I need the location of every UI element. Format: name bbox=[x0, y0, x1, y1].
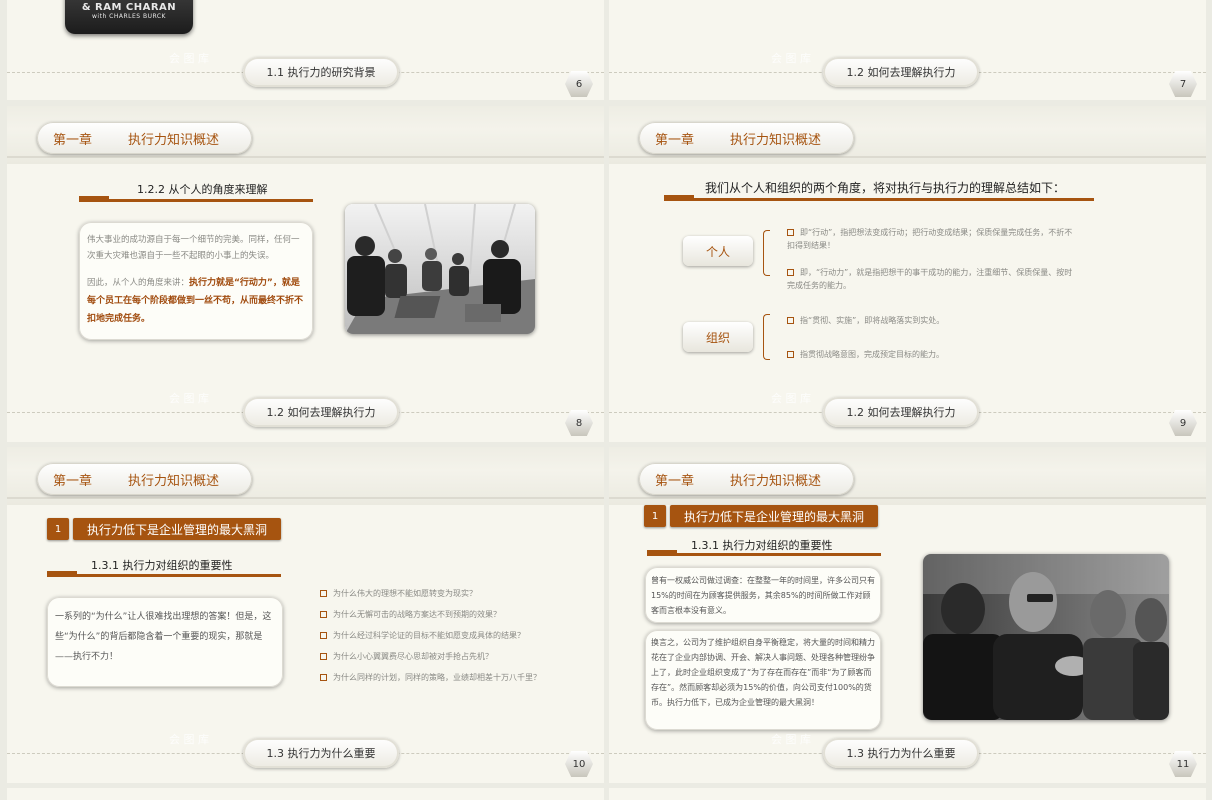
bullet-item: 指“贯彻、实施”，即将战略落实到实处。 bbox=[787, 314, 1077, 327]
section-heading: 我们从个人和组织的两个角度，将对执行与执行力的理解总结如下： bbox=[705, 181, 1066, 195]
watermark: 会 图 库 bbox=[771, 392, 811, 405]
section-number-badge: 1 bbox=[47, 518, 69, 540]
question-item: 为什么无懈可击的战略方案达不到预期的效果？ bbox=[320, 608, 590, 621]
watermark: 会 图 库 bbox=[771, 52, 811, 65]
slide-9[interactable]: 第一章 执行力知识概述 我们从个人和组织的两个角度，将对执行与执行力的理解总结如… bbox=[609, 106, 1206, 442]
bullet-square-icon bbox=[320, 674, 327, 681]
slide-partial-bottom-right bbox=[609, 788, 1206, 800]
section-heading: 1.3.1 执行力对组织的重要性 bbox=[91, 559, 233, 572]
bullet-item: 即，“行动力”，就是指把想干的事干成功的能力，注重细节、保质保量、按时完成任务的… bbox=[787, 268, 1073, 290]
slide-11[interactable]: 第一章 执行力知识概述 1 执行力低下是企业管理的最大黑洞 1.3.1 执行力对… bbox=[609, 447, 1206, 783]
section-title-banner: 执行力低下是企业管理的最大黑洞 bbox=[670, 505, 879, 527]
heading-underline bbox=[47, 571, 281, 577]
question-item: 为什么小心翼翼费尽心思却被对手抢占先机？ bbox=[320, 650, 590, 663]
footer-section-label: 1.1 执行力的研究背景 bbox=[243, 57, 399, 87]
bullet-square-icon bbox=[320, 632, 327, 639]
bullet-square-icon bbox=[787, 269, 794, 276]
book-cover-image: & RAM CHARAN with CHARLES BURCK bbox=[65, 0, 193, 34]
question-item: 为什么伟大的理想不能如愿转变为现实？ bbox=[320, 587, 590, 600]
bullet-item: 指贯彻战略意图，完成预定目标的能力。 bbox=[787, 348, 1077, 361]
bullet-square-icon bbox=[320, 653, 327, 660]
section-heading: 1.3.1 执行力对组织的重要性 bbox=[691, 539, 833, 552]
page-number: 8 bbox=[565, 410, 593, 436]
chapter-title-pill: 第一章 执行力知识概述 bbox=[639, 122, 854, 154]
slide-6[interactable]: & RAM CHARAN with CHARLES BURCK 会 图 库 1.… bbox=[7, 0, 604, 100]
slide-10[interactable]: 第一章 执行力知识概述 1 执行力低下是企业管理的最大黑洞 1.3.1 执行力对… bbox=[7, 447, 604, 783]
bullet-item: 即“行动”，指把想法变成行动；把行动变成结果；保质保量完成任务，不折不扣得到结果… bbox=[787, 228, 1073, 250]
footer-section-label: 1.3 执行力为什么重要 bbox=[243, 738, 399, 768]
text-card: 伟大事业的成功源自于每一个细节的完美。同样，任何一次重大灾难也源自于一些不起眼的… bbox=[79, 222, 313, 340]
question-item: 为什么同样的计划，同样的策略，业绩却相差十万八千里？ bbox=[320, 671, 600, 684]
label-personal: 个人 bbox=[683, 236, 753, 266]
brace-organization bbox=[763, 314, 770, 360]
watermark: 会 图 库 bbox=[169, 52, 209, 65]
slide-partial-bottom-left bbox=[7, 788, 604, 800]
page-number: 6 bbox=[565, 71, 593, 97]
footer-section-label: 1.2 如何去理解执行力 bbox=[243, 397, 399, 427]
page-number: 9 bbox=[1169, 410, 1197, 436]
page-number: 10 bbox=[565, 751, 593, 777]
text-card: 一系列的“为什么”让人很难找出理想的答案！但是，这些“为什么”的背后都隐含着一个… bbox=[47, 597, 283, 687]
page-number: 7 bbox=[1169, 71, 1197, 97]
bullet-square-icon bbox=[787, 229, 794, 236]
page-number: 11 bbox=[1169, 751, 1197, 777]
heading-underline bbox=[79, 196, 313, 202]
watermark: 会 图 库 bbox=[771, 733, 811, 746]
watermark: 会 图 库 bbox=[169, 733, 209, 746]
footer-section-label: 1.2 如何去理解执行力 bbox=[823, 57, 979, 87]
text-card: 曾有一权威公司做过调查：在整整一年的时间里，许多公司只有15%的时间在为顾客提供… bbox=[645, 567, 881, 623]
footer-section-label: 1.3 执行力为什么重要 bbox=[823, 738, 979, 768]
section-title-banner: 执行力低下是企业管理的最大黑洞 bbox=[73, 518, 282, 540]
footer-section-label: 1.2 如何去理解执行力 bbox=[823, 397, 979, 427]
brace-personal bbox=[763, 230, 770, 276]
text-card: 换言之，公司为了维护组织自身平衡稳定，将大量的时间和精力花在了企业内部协调、开会… bbox=[645, 630, 881, 730]
slide-7[interactable]: 会 图 库 1.2 如何去理解执行力 7 bbox=[609, 0, 1206, 100]
bullet-square-icon bbox=[320, 590, 327, 597]
business-meeting-photo bbox=[345, 204, 535, 334]
chapter-title-pill: 第一章 执行力知识概述 bbox=[37, 463, 252, 495]
chapter-title-pill: 第一章 执行力知识概述 bbox=[37, 122, 252, 154]
bullet-square-icon bbox=[320, 611, 327, 618]
watermark: 会 图 库 bbox=[169, 392, 209, 405]
label-organization: 组织 bbox=[683, 322, 753, 352]
business-discussion-photo bbox=[923, 554, 1169, 720]
section-number-badge: 1 bbox=[644, 505, 666, 527]
bullet-square-icon bbox=[787, 317, 794, 324]
heading-underline bbox=[647, 550, 881, 556]
chapter-title-pill: 第一章 执行力知识概述 bbox=[639, 463, 854, 495]
section-heading: 1.2.2 从个人的角度来理解 bbox=[137, 183, 268, 196]
heading-underline bbox=[664, 195, 1094, 201]
bullet-square-icon bbox=[787, 351, 794, 358]
question-item: 为什么经过科学论证的目标不能如愿变成具体的结果？ bbox=[320, 629, 590, 642]
slide-8[interactable]: 第一章 执行力知识概述 1.2.2 从个人的角度来理解 伟大事业的成功源自于每一… bbox=[7, 106, 604, 442]
